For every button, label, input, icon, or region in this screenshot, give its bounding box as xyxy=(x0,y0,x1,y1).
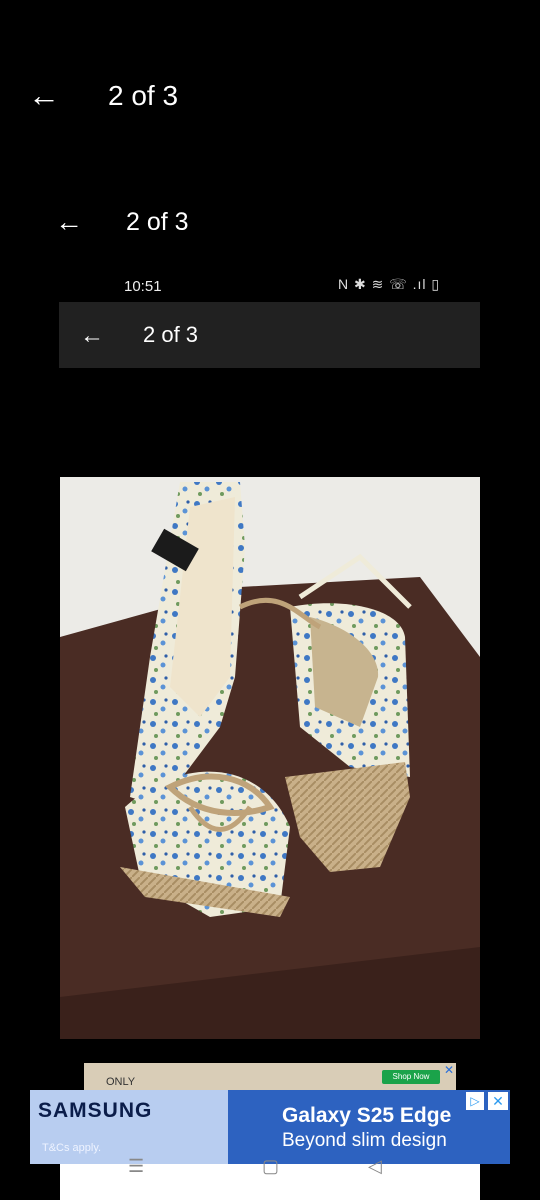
ad-disclaimer: T&Cs apply. xyxy=(42,1142,102,1154)
ad-banner[interactable]: SAMSUNG T&Cs apply. Galaxy S25 Edge Beyo… xyxy=(30,1090,510,1164)
inner-app-bar xyxy=(59,302,480,368)
ad-secondary-close-icon[interactable]: ✕ xyxy=(444,1063,454,1077)
ad-brand-only: ONLY xyxy=(106,1076,136,1088)
recents-icon: ☰ xyxy=(128,1156,145,1176)
ad-close-icon[interactable]: ✕ xyxy=(488,1092,508,1110)
nested-page-title: 2 of 3 xyxy=(126,208,189,236)
sandals-image xyxy=(60,477,480,1039)
inner-page-title: 2 of 3 xyxy=(143,322,199,347)
status-icons: N ✱ ≋ ☏ .ıl ▯ xyxy=(338,276,441,292)
ad-headline: Galaxy S25 Edge xyxy=(282,1104,452,1127)
back-arrow-icon[interactable]: ← xyxy=(28,79,60,111)
home-icon: ▢ xyxy=(262,1156,280,1176)
listing-photo[interactable] xyxy=(60,477,480,1039)
ad-shop-now-button[interactable]: Shop Now xyxy=(382,1070,440,1084)
ad-banner-secondary[interactable]: ONLY Shop Now ✕ xyxy=(84,1063,456,1091)
ad-brand-logo: SAMSUNG xyxy=(38,1099,153,1122)
back-icon: ◁ xyxy=(368,1156,382,1176)
page-title: 2 of 3 xyxy=(108,80,179,111)
status-time: 10:51 xyxy=(124,278,162,295)
adchoices-icon[interactable]: ▷ xyxy=(466,1092,484,1110)
inner-back-arrow-icon: ← xyxy=(80,322,104,349)
ad-subheadline: Beyond slim design xyxy=(282,1130,447,1151)
nested-back-arrow-icon: ← xyxy=(55,206,83,237)
